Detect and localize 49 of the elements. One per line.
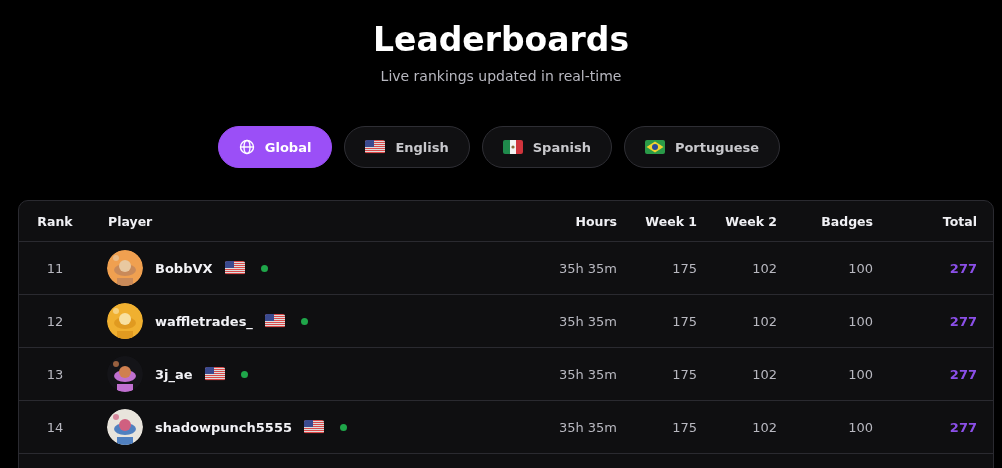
table-cell-text: 100 — [847, 260, 873, 276]
language-tab[interactable]: Spanish — [481, 126, 612, 168]
total-cell-text: 277 — [948, 313, 977, 329]
table-cell-text: 102 — [751, 366, 777, 382]
table-cell-text: 35h 35m — [557, 419, 617, 435]
rank-cell-text: 13 — [45, 366, 65, 382]
column-header: Total — [941, 213, 977, 229]
us-flag-icon — [365, 140, 386, 154]
globe-icon — [238, 139, 255, 155]
player-name: BobbVX — [155, 260, 213, 276]
column-header: Hours — [574, 213, 617, 229]
player-name: shadowpunch5555 — [155, 419, 292, 435]
us-flag-icon — [304, 420, 324, 434]
table-cell-text: 100 — [847, 419, 873, 435]
language-tab[interactable]: English — [344, 126, 470, 168]
brazil-flag-icon — [644, 140, 665, 154]
table-cell-text: 100 — [847, 313, 873, 329]
table-cell-text: 35h 35m — [557, 366, 617, 382]
total-cell-text: 277 — [948, 366, 977, 382]
column-header: Rank — [36, 213, 74, 229]
table-cell-text: 102 — [751, 260, 777, 276]
column-header: Player — [107, 213, 154, 229]
us-flag-icon — [204, 367, 225, 381]
player-name: waffletrades_ — [155, 313, 253, 329]
rank-cell-text: 11 — [45, 260, 65, 276]
table-cell-text: 175 — [671, 260, 697, 276]
us-flag-icon — [224, 261, 245, 275]
rank-cell-text: 12 — [45, 313, 65, 329]
total-cell-text: 277 — [948, 260, 977, 276]
table-cell-text: 175 — [671, 419, 697, 435]
language-tab[interactable]: Portuguese — [623, 126, 781, 168]
page-subtitle: Live rankings updated in real-time — [380, 68, 622, 84]
player-name: 3j_ae — [155, 366, 193, 382]
table-cell-text: 102 — [751, 313, 777, 329]
table-cell-text: 35h 35m — [557, 260, 617, 276]
language-tab[interactable]: Global — [217, 126, 333, 168]
table-cell-text: 102 — [751, 419, 777, 435]
table-cell-text: 175 — [671, 366, 697, 382]
page-title: Leaderboards — [372, 20, 630, 60]
us-flag-icon — [264, 314, 285, 328]
total-cell-text: 277 — [948, 419, 977, 435]
table-cell-text: 100 — [847, 366, 873, 382]
column-header: Badges — [820, 213, 873, 229]
table-cell-text: 175 — [671, 313, 697, 329]
table-cell-text: 35h 35m — [557, 313, 617, 329]
mexico-flag-icon — [502, 140, 523, 154]
column-header: Week 2 — [724, 213, 777, 229]
rank-cell-text: 14 — [45, 419, 65, 435]
column-header: Week 1 — [644, 213, 697, 229]
